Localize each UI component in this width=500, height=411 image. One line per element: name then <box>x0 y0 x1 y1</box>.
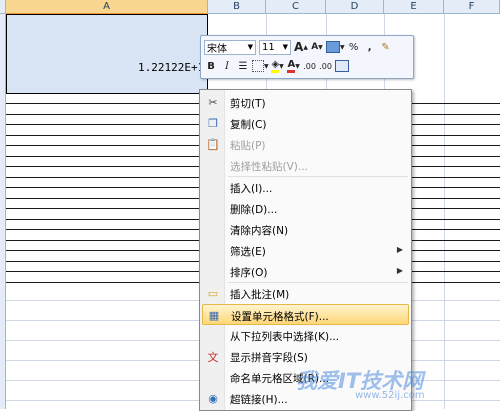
menu-item-filter[interactable]: 筛选(E) ▶ <box>202 240 409 261</box>
column-header-e[interactable]: E <box>384 0 444 14</box>
borders-icon <box>252 60 264 72</box>
format-painter-icon: ✎ <box>381 41 390 53</box>
column-header-a[interactable]: A <box>6 0 208 14</box>
menu-item-insert[interactable]: 插入(I)... <box>202 177 409 198</box>
hyperlink-icon: ◉ <box>208 392 218 405</box>
menu-item-label: 筛选(E) <box>230 246 266 258</box>
menu-item-label: 粘贴(P) <box>230 140 266 152</box>
menu-item-label: 删除(D)... <box>230 204 278 216</box>
menu-item-show-phonetic[interactable]: 文显示拼音字段(S) <box>202 346 409 367</box>
chevron-down-icon: ▼ <box>282 43 288 51</box>
font-color-icon: A <box>287 59 296 73</box>
copy-icon: ❐ <box>208 117 218 130</box>
menu-item-insert-comment[interactable]: ▭ 插入批注(M) <box>202 283 409 304</box>
align-center-icon: ☰ <box>238 60 248 72</box>
decrease-decimal-button[interactable]: .00 <box>319 58 333 74</box>
column-header-d[interactable]: D <box>326 0 384 14</box>
grow-font-icon: A <box>294 40 304 54</box>
column-header-b[interactable]: B <box>208 0 266 14</box>
menu-item-label: 设置单元格格式(F)... <box>231 311 329 323</box>
percent-icon: % <box>348 41 359 53</box>
format-painter-button[interactable]: ✎ <box>379 39 393 55</box>
submenu-arrow-icon: ▶ <box>396 266 403 275</box>
menu-item-delete[interactable]: 删除(D)... <box>202 198 409 219</box>
merge-cells-button[interactable] <box>334 58 349 74</box>
italic-button[interactable]: I <box>220 58 234 74</box>
menu-item-clear-contents[interactable]: 清除内容(N) <box>202 219 409 240</box>
comma-button[interactable]: , <box>363 39 377 55</box>
menu-item-label: 复制(C) <box>230 119 267 131</box>
comma-icon: , <box>367 41 372 53</box>
menu-item-label: 排序(O) <box>230 267 268 279</box>
paste-icon: 📋 <box>206 138 220 151</box>
menu-item-format-cells[interactable]: ▦ 设置单元格格式(F)... <box>202 304 409 325</box>
menu-item-cut[interactable]: ✂ 剪切(T) <box>202 92 409 113</box>
font-size-combo[interactable]: 11 ▼ <box>259 39 291 55</box>
menu-item-sort[interactable]: 排序(O) ▶ <box>202 261 409 282</box>
menu-item-label: 超链接(H)... <box>230 394 288 406</box>
column-header-c[interactable]: C <box>266 0 326 14</box>
menu-item-paste[interactable]: 📋 粘贴(P) <box>202 134 409 155</box>
decrease-decimal-icon: .00 <box>319 61 332 71</box>
scissors-icon: ✂ <box>208 96 218 109</box>
center-button[interactable]: ☰ <box>236 58 250 74</box>
menu-item-paste-special[interactable]: 选择性粘贴(V)... <box>202 155 409 176</box>
shrink-font-icon: A <box>311 42 319 52</box>
percent-button[interactable]: % <box>347 39 361 55</box>
grow-font-button[interactable]: A ▲ <box>294 39 308 55</box>
fill-color-button[interactable]: ◈ ▼ <box>271 58 285 74</box>
font-name-value: 宋体 <box>207 43 227 55</box>
merge-cells-icon <box>334 60 349 72</box>
watermark-url: www.52ij.com <box>355 390 425 401</box>
accounting-format-button[interactable]: ▼ <box>326 39 345 55</box>
increase-decimal-button[interactable]: .00 <box>303 58 317 74</box>
comment-icon: ▭ <box>207 287 219 300</box>
menu-item-pick-from-list[interactable]: 从下拉列表中选择(K)... <box>202 325 409 346</box>
menu-item-label: 插入(I)... <box>230 183 273 195</box>
increase-decimal-icon: .00 <box>303 61 316 71</box>
phonetic-icon: 文 <box>207 350 219 364</box>
cell-a1-value: 1.22122E+1 <box>138 61 205 74</box>
menu-item-label: 插入批注(M) <box>230 289 290 301</box>
column-header-f[interactable]: F <box>444 0 500 14</box>
shrink-font-button[interactable]: A ▼ <box>310 39 324 55</box>
chevron-down-icon: ▼ <box>247 43 253 51</box>
format-cells-icon: ▦ <box>208 309 220 322</box>
italic-icon: I <box>225 60 229 72</box>
cell-a1[interactable]: 1.22122E+1 <box>6 14 208 94</box>
context-menu: ✂ 剪切(T) ❐ 复制(C) 📋 粘贴(P) 选择性粘贴(V)... 插入(I)... 删除(… <box>199 89 412 411</box>
mini-toolbar: 宋体 ▼ 11 ▼ A ▲ A ▼ ▼ % , ✎ B I ☰ ▼ ◈ ▼ A ▼ .0… <box>200 35 414 79</box>
font-color-button[interactable]: A ▼ <box>287 58 301 74</box>
submenu-arrow-icon: ▶ <box>396 245 403 254</box>
font-size-value: 11 <box>262 41 275 53</box>
menu-item-copy[interactable]: ❐ 复制(C) <box>202 113 409 134</box>
menu-item-label: 剪切(T) <box>230 98 266 110</box>
menu-item-label: 从下拉列表中选择(K)... <box>230 331 340 343</box>
menu-item-label: 清除内容(N) <box>230 225 289 237</box>
font-name-combo[interactable]: 宋体 ▼ <box>204 39 256 55</box>
bold-button[interactable]: B <box>204 58 218 74</box>
fill-bucket-icon: ◈ <box>271 59 280 73</box>
bold-icon: B <box>207 60 215 72</box>
menu-item-label: 显示拼音字段(S) <box>230 352 308 364</box>
borders-button[interactable]: ▼ <box>252 58 269 74</box>
menu-item-label: 选择性粘贴(V)... <box>230 161 308 173</box>
accounting-icon <box>326 41 340 53</box>
